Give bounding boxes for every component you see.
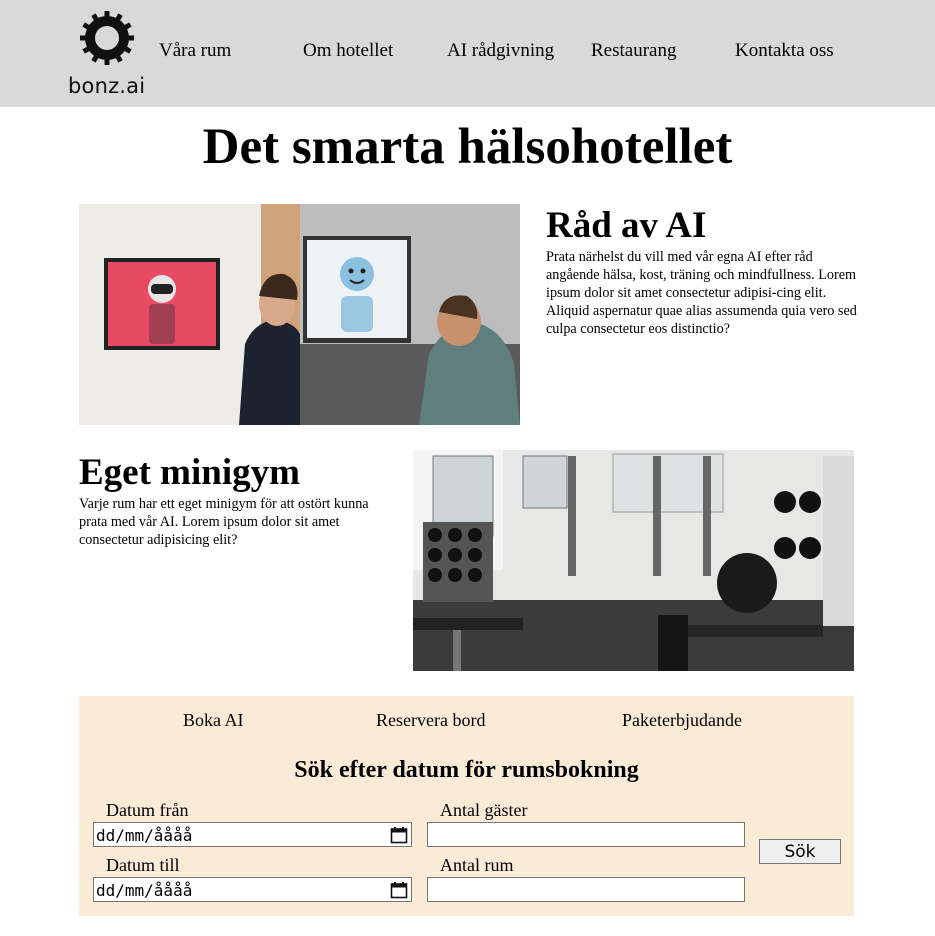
ai-robot-image (79, 204, 520, 425)
booking-title: Sök efter datum för rumsbokning (294, 757, 639, 783)
date-to-placeholder: dd/mm/åååå (96, 881, 193, 900)
logo-gear-icon (80, 11, 134, 65)
nav-om-hotellet[interactable]: Om hotellet (303, 40, 393, 62)
nav-kontakta-oss[interactable]: Kontakta oss (735, 40, 834, 62)
page-title: Det smarta hälsohotellet (202, 119, 733, 175)
gym-section-text: Varje rum har ett eget minigym för att o… (79, 496, 369, 548)
site-header: bonz.ai Våra rum Om hotellet AI rådgivni… (0, 0, 935, 107)
gym-section-heading: Eget minigym (79, 452, 300, 493)
calendar-icon[interactable] (390, 881, 408, 899)
date-from-input[interactable]: dd/mm/åååå (93, 822, 412, 847)
nav-ai-radgivning[interactable]: AI rådgivning (447, 40, 554, 62)
nav-restaurang[interactable]: Restaurang (591, 40, 676, 62)
nav-vara-rum[interactable]: Våra rum (159, 40, 231, 62)
paketerbjudande-link[interactable]: Paketerbjudande (622, 710, 742, 731)
rooms-label: Antal rum (440, 855, 514, 875)
date-to-input[interactable]: dd/mm/åååå (93, 877, 412, 902)
ai-section-text: Prata närhelst du vill med vår egna AI e… (546, 249, 857, 337)
date-from-label: Datum från (106, 800, 189, 820)
calendar-icon[interactable] (390, 826, 408, 844)
booking-panel: Boka AI Reservera bord Paketerbjudande S… (79, 696, 854, 916)
ai-section-heading: Råd av AI (546, 205, 707, 246)
boka-ai-link[interactable]: Boka AI (183, 710, 244, 731)
date-from-placeholder: dd/mm/åååå (96, 826, 193, 845)
gym-image (413, 450, 854, 671)
logo-text: bonz.ai (68, 74, 146, 98)
reservera-bord-link[interactable]: Reservera bord (376, 710, 485, 731)
rooms-input[interactable] (427, 877, 745, 902)
guests-input[interactable] (427, 822, 745, 847)
date-to-label: Datum till (106, 855, 180, 875)
search-button[interactable]: Sök (759, 839, 841, 864)
logo-link[interactable]: bonz.ai (66, 8, 148, 98)
guests-label: Antal gäster (440, 800, 528, 820)
